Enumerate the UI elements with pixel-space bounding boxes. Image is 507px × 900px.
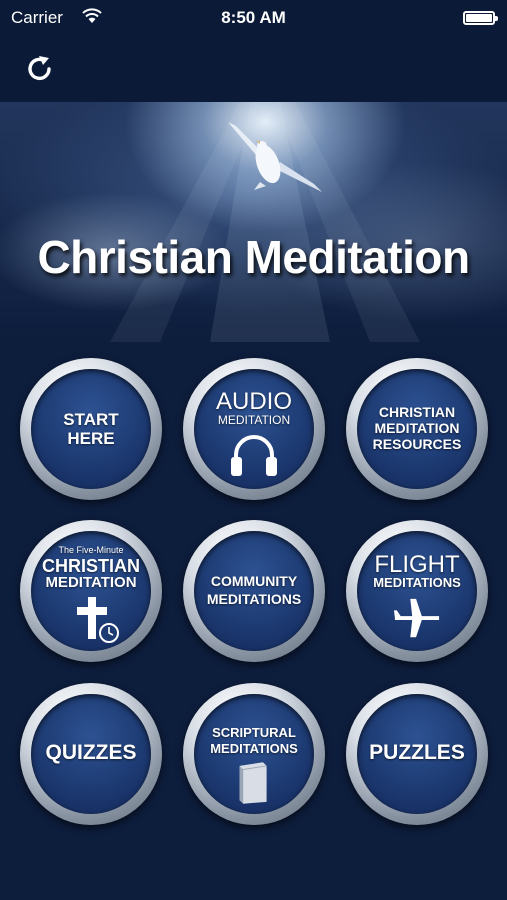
tile-face: CHRISTIAN MEDITATION RESOURCES	[357, 369, 477, 489]
tile-label: MEDITATIONS	[206, 591, 302, 607]
tile-face: PUZZLES	[357, 694, 477, 814]
tile-title: AUDIO	[215, 388, 292, 415]
tile-label: SCRIPTURAL	[212, 725, 296, 740]
tile-label: MEDITATION	[45, 574, 137, 591]
tile-face: QUIZZES	[31, 694, 151, 814]
tile-label: MEDITATIONS	[210, 741, 298, 756]
headphones-icon	[231, 435, 277, 476]
status-bar: Carrier 8:50 AM	[0, 0, 507, 36]
battery-icon	[463, 11, 498, 25]
tile-label: QUIZZES	[45, 741, 137, 764]
flight-meditations-button[interactable]: FLIGHT MEDITATIONS	[346, 520, 488, 662]
tile-face: SCRIPTURAL MEDITATIONS	[194, 694, 314, 814]
audio-meditation-button[interactable]: AUDIO MEDITATION	[183, 358, 325, 500]
tile-face: FLIGHT MEDITATIONS	[357, 531, 477, 651]
tile-face: COMMUNITY MEDITATIONS	[194, 531, 314, 651]
clock: 8:50 AM	[221, 8, 286, 27]
refresh-icon[interactable]	[22, 51, 58, 87]
dove-image	[228, 122, 322, 192]
start-here-button[interactable]: START HERE	[20, 358, 162, 500]
tile-face: START HERE	[31, 369, 151, 489]
tile-face: The Five-Minute CHRISTIAN MEDITATION	[31, 531, 151, 651]
tile-label: CHRISTIAN	[378, 404, 456, 420]
community-meditations-button[interactable]: COMMUNITY MEDITATIONS	[183, 520, 325, 662]
scriptural-meditations-button[interactable]: SCRIPTURAL MEDITATIONS	[183, 683, 325, 825]
book-icon	[239, 762, 267, 804]
christian-meditation-resources-button[interactable]: CHRISTIAN MEDITATION RESOURCES	[346, 358, 488, 500]
tile-subtitle: MEDITATIONS	[373, 575, 461, 590]
tile-label: MEDITATION	[374, 420, 460, 436]
cross-clock-icon	[77, 597, 119, 643]
puzzles-button[interactable]: PUZZLES	[346, 683, 488, 825]
tile-title: FLIGHT	[374, 551, 460, 578]
tile-label: PUZZLES	[369, 741, 465, 764]
header-banner: Christian Meditation	[0, 102, 507, 342]
app-title: Christian Meditation	[37, 231, 470, 283]
nav-bar	[0, 36, 507, 102]
tile-label: COMMUNITY	[210, 573, 298, 589]
tile-label: RESOURCES	[372, 436, 462, 452]
quizzes-button[interactable]: QUIZZES	[20, 683, 162, 825]
tile-label: START	[63, 410, 119, 429]
tile-caption: The Five-Minute	[58, 545, 124, 555]
tile-face: AUDIO MEDITATION	[194, 369, 314, 489]
five-minute-christian-meditation-button[interactable]: The Five-Minute CHRISTIAN MEDITATION	[20, 520, 162, 662]
tile-label: HERE	[67, 429, 115, 448]
airplane-icon	[393, 598, 440, 638]
tile-subtitle: MEDITATION	[217, 413, 291, 427]
